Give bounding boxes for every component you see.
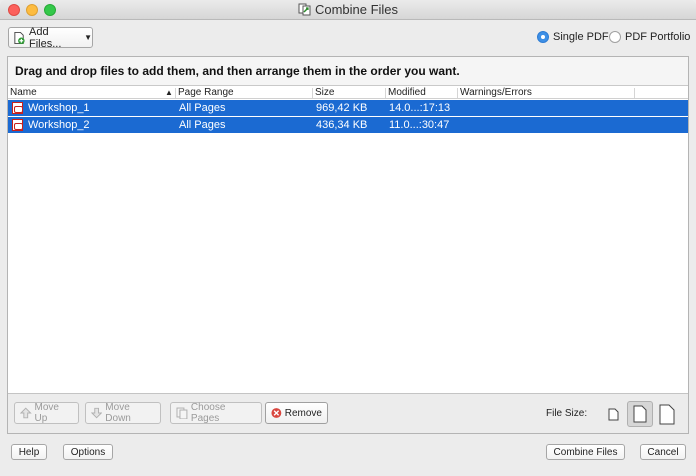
file-size-default-button[interactable] xyxy=(627,401,653,427)
combine-files-icon xyxy=(298,3,311,16)
column-divider xyxy=(312,88,313,98)
large-page-icon xyxy=(659,404,675,424)
column-page-range[interactable]: Page Range xyxy=(178,86,234,99)
action-bar: Move Up Move Down Choose Pages Remove Fi… xyxy=(8,393,688,433)
file-size-large-button[interactable] xyxy=(654,401,680,427)
combine-files-button[interactable]: Combine Files xyxy=(546,444,625,460)
move-up-label: Move Up xyxy=(34,402,59,424)
column-name[interactable]: Name xyxy=(10,86,37,99)
row-size: 436,34 KB xyxy=(316,119,368,131)
cancel-button[interactable]: Cancel xyxy=(640,444,686,460)
column-divider xyxy=(175,88,176,98)
options-button[interactable]: Options xyxy=(63,444,113,460)
move-up-button[interactable]: Move Up xyxy=(14,402,79,424)
pdf-file-icon xyxy=(12,102,23,114)
remove-icon xyxy=(271,408,282,418)
row-name: Workshop_2 xyxy=(28,119,90,131)
file-size-small-button[interactable] xyxy=(600,401,626,427)
table-row[interactable]: Workshop_1 All Pages 969,42 KB 14.0...:1… xyxy=(8,100,688,116)
medium-page-icon xyxy=(633,405,647,423)
row-modified: 14.0...:17:13 xyxy=(389,102,451,114)
row-modified: 11.0...:30:47 xyxy=(389,119,450,131)
pdf-file-icon xyxy=(12,119,23,131)
add-files-label: Add Files... xyxy=(29,25,62,50)
row-size: 969,42 KB xyxy=(316,102,368,114)
sort-ascending-icon: ▲ xyxy=(165,88,173,97)
column-divider xyxy=(634,88,635,98)
row-name: Workshop_1 xyxy=(28,102,90,114)
column-warnings[interactable]: Warnings/Errors xyxy=(460,86,532,99)
column-divider xyxy=(457,88,458,98)
table-row[interactable]: Workshop_2 All Pages 436,34 KB 11.0...:3… xyxy=(8,117,688,133)
arrow-up-icon xyxy=(20,407,32,419)
pages-icon xyxy=(176,407,188,419)
small-page-icon xyxy=(608,408,618,420)
add-file-icon xyxy=(14,31,25,44)
combine-files-label: Combine Files xyxy=(553,446,618,458)
file-size-label: File Size: xyxy=(546,408,588,419)
single-pdf-label: Single PDF xyxy=(553,31,609,43)
remove-label: Remove xyxy=(284,407,322,419)
row-page-range: All Pages xyxy=(179,119,226,131)
single-pdf-radio[interactable] xyxy=(537,31,549,43)
pdf-portfolio-option[interactable]: PDF Portfolio xyxy=(609,31,690,43)
remove-button[interactable]: Remove xyxy=(265,402,328,424)
pdf-portfolio-label: PDF Portfolio xyxy=(625,31,691,43)
window-title-wrap: Combine Files xyxy=(0,2,696,17)
column-divider xyxy=(385,88,386,98)
move-down-button[interactable]: Move Down xyxy=(85,402,161,424)
column-size[interactable]: Size xyxy=(315,86,334,99)
instruction-text: Drag and drop files to add them, and the… xyxy=(8,57,688,86)
move-down-label: Move Down xyxy=(105,402,131,424)
choose-pages-label: Choose Pages xyxy=(190,402,226,424)
column-header: Name ▲ Page Range Size Modified Warnings… xyxy=(8,86,688,99)
pdf-portfolio-radio[interactable] xyxy=(609,31,621,43)
chevron-down-icon: ▼ xyxy=(84,33,92,42)
help-button[interactable]: Help xyxy=(11,444,47,460)
combine-files-window: Combine Files Add Files... ▼ Single PDF … xyxy=(0,0,696,476)
help-label: Help xyxy=(18,446,40,458)
cancel-label: Cancel xyxy=(647,446,679,458)
file-list-panel: Drag and drop files to add them, and the… xyxy=(7,56,689,434)
single-pdf-option[interactable]: Single PDF xyxy=(537,31,609,43)
window-title: Combine Files xyxy=(314,2,399,17)
column-modified[interactable]: Modified xyxy=(388,86,426,99)
options-label: Options xyxy=(70,446,106,458)
row-page-range: All Pages xyxy=(179,102,226,114)
add-files-button[interactable]: Add Files... ▼ xyxy=(8,25,93,50)
choose-pages-button[interactable]: Choose Pages xyxy=(170,402,262,424)
title-bar: Combine Files xyxy=(0,0,696,20)
arrow-down-icon xyxy=(91,407,103,419)
